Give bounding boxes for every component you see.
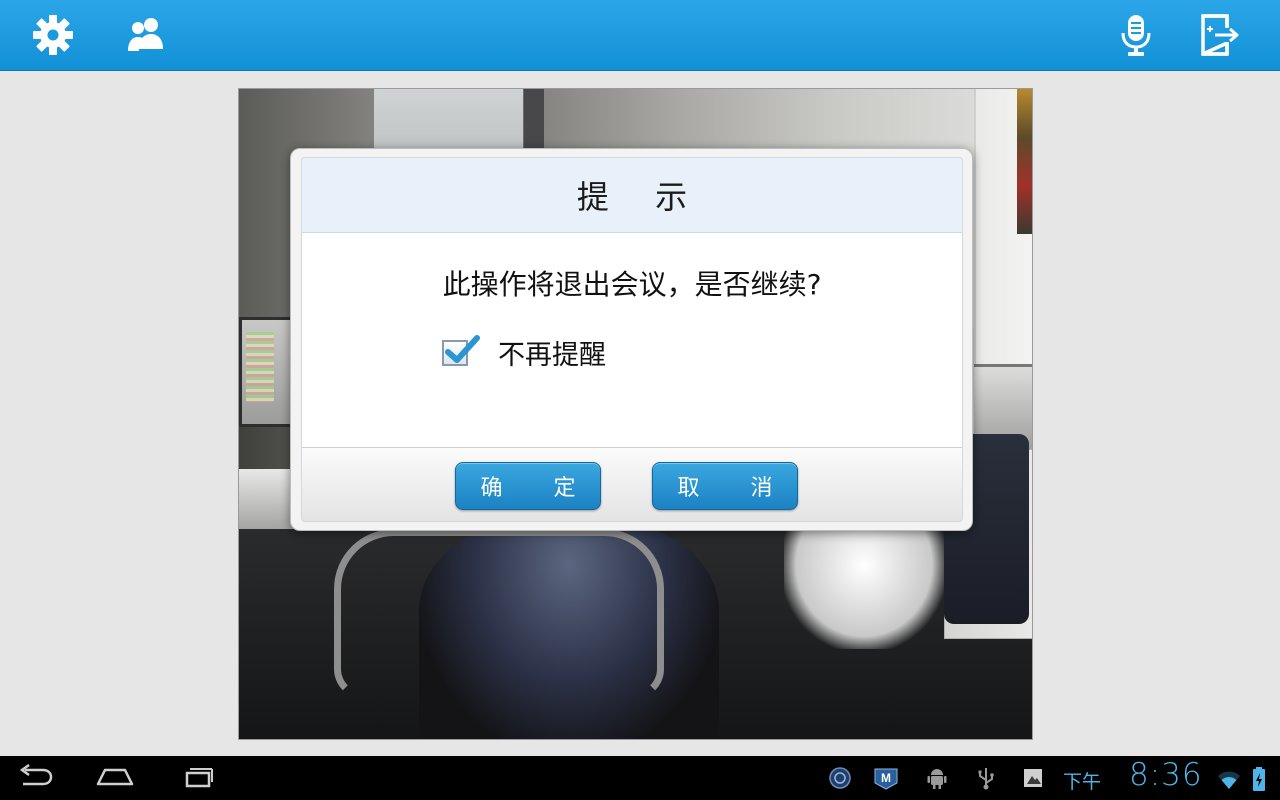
checkmark-icon: [445, 334, 480, 363]
back-button[interactable]: [5, 762, 65, 794]
exit-confirm-dialog: 提 示 此操作将退出会议，是否继续? 不再提醒 确 定 取 消: [290, 148, 973, 531]
confirm-button[interactable]: 确 定: [455, 462, 601, 510]
dont-remind-label: 不再提醒: [498, 340, 606, 371]
gear-icon: [31, 13, 75, 57]
meeting-app-icon[interactable]: M: [873, 765, 899, 791]
dialog-body: 此操作将退出会议，是否继续? 不再提醒: [302, 233, 962, 447]
video-chair: [334, 529, 664, 699]
video-monitor: [239, 317, 294, 427]
video-painting: [1017, 89, 1032, 234]
android-debug-icon[interactable]: [924, 765, 950, 791]
back-icon: [15, 763, 55, 792]
participants-icon: [124, 15, 168, 55]
sd-card-icon[interactable]: [1020, 765, 1046, 791]
app-bar: [0, 0, 1280, 71]
usb-icon[interactable]: [973, 765, 999, 791]
dialog-message: 此操作将退出会议，是否继续?: [442, 268, 822, 301]
clock-ampm: 下午: [1063, 771, 1102, 793]
exit-meeting-icon: [1197, 13, 1241, 57]
clock-time[interactable]: 8:36: [1129, 757, 1203, 793]
app-notification-icon[interactable]: [827, 765, 853, 791]
exit-meeting-button[interactable]: [1194, 10, 1244, 60]
cancel-button[interactable]: 取 消: [652, 462, 798, 510]
wifi-icon: [1216, 767, 1242, 793]
dialog-panel: 提 示 此操作将退出会议，是否继续? 不再提醒 确 定 取 消: [301, 157, 963, 522]
dont-remind-checkbox-row[interactable]: 不再提醒: [442, 333, 606, 372]
dialog-footer: 确 定 取 消: [302, 447, 962, 521]
home-button[interactable]: [85, 762, 145, 794]
recent-apps-button[interactable]: [167, 762, 227, 794]
dialog-title: 提 示: [302, 158, 962, 233]
participants-button[interactable]: [121, 10, 171, 60]
microphone-button[interactable]: [1111, 10, 1161, 60]
home-icon: [95, 764, 135, 792]
settings-button[interactable]: [28, 10, 78, 60]
system-bar: M 下午 8:36: [0, 756, 1280, 800]
recent-apps-icon: [177, 764, 217, 792]
dont-remind-checkbox[interactable]: [442, 334, 480, 366]
microphone-icon: [1116, 13, 1156, 57]
battery-icon: [1246, 766, 1272, 792]
video-white-chair: [784, 529, 944, 649]
svg-text:M: M: [881, 771, 891, 785]
